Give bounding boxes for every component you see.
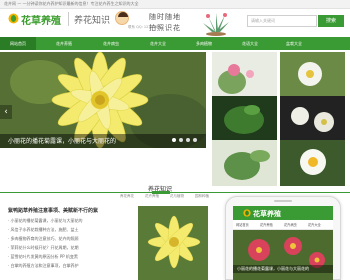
article-list-item[interactable]: · 小丽花的播花菊露课，小丽花与大丽花的 — [8, 218, 83, 224]
article-list-item[interactable]: · 白掌的养殖方法和注意事项，白掌养护 — [8, 263, 79, 269]
succulent-image — [203, 13, 229, 36]
site-logo[interactable]: 花草养殖 — [21, 12, 61, 27]
slider-dot-1[interactable] — [172, 138, 176, 142]
nav-item-home[interactable]: 网站首页 — [0, 37, 36, 50]
thumb-white-flower[interactable] — [280, 52, 345, 98]
article-list-item[interactable]: · 风信子水养花栽播种方法，施肥、盆土 — [8, 227, 79, 233]
mobile-logo[interactable]: 花草养殖 — [253, 209, 281, 219]
mobile-caption-bar: 小丽花的播花菊露课，小丽花与大丽花的 — [233, 265, 333, 273]
thumb-leaf-plant[interactable] — [212, 140, 277, 186]
thumb-green-plant[interactable] — [212, 96, 277, 142]
mobile-nav: 网站首页 花卉养殖 花卉病虫 花卉大全 — [233, 220, 333, 230]
thumb-white-bloom[interactable] — [280, 96, 345, 142]
mascot-avatar — [115, 11, 129, 25]
site-subtitle: 养花知识 — [74, 16, 111, 26]
section-tab-1[interactable]: 养花养花 — [120, 194, 134, 199]
thumb-pink-flower[interactable] — [212, 52, 277, 98]
nav-item-flower-care[interactable]: 花卉养殖 — [46, 37, 82, 50]
leaf-logo-icon — [8, 13, 19, 24]
mobile-nav-item[interactable]: 花卉病虫 — [284, 222, 297, 227]
article-flower-image[interactable] — [138, 206, 208, 280]
mobile-header: 花草养殖 — [233, 206, 333, 220]
slider-dot-4[interactable] — [193, 138, 197, 142]
section-tab-2[interactable]: 花卉养殖 — [145, 194, 159, 199]
top-bar: 花卉网 — 一分钟读你花卉养护知识最新的信息！专注花卉养生之知识的大全 — [0, 0, 350, 9]
hero-slider[interactable]: 小丽花的播花菊露课，小丽花与大丽花的 — [0, 52, 206, 148]
nav-item-encyclopedia[interactable]: 花卉大全 — [140, 37, 176, 50]
thumb-daisy[interactable] — [280, 140, 345, 186]
slider-dot-3[interactable] — [186, 138, 190, 142]
nav-item-bonsai[interactable]: 盆栽大全 — [276, 37, 312, 50]
search-input[interactable]: 请输入关键词 — [247, 15, 317, 27]
phone-speaker — [274, 200, 292, 202]
article-list-item[interactable]: · 蓝雪花叶片发黄的原因分析 PP 机变黑 — [8, 254, 78, 260]
top-bar-text: 花卉网 — 一分钟读你花卉养护知识最新的信息！专注花卉养生之知识的大全 — [4, 1, 139, 6]
nav-item-pests[interactable]: 花卉病虫 — [93, 37, 129, 50]
slider-dot-2[interactable] — [179, 138, 183, 142]
logo-divider — [68, 12, 69, 26]
article-list-item[interactable]: · 多肉植物养育的注意技巧、花卉的照顾 — [8, 236, 79, 242]
slogan-line-1: 随时随地 — [149, 13, 181, 21]
slider-caption[interactable]: 小丽花的播花菊露课，小丽花与大丽花的 — [8, 136, 116, 145]
slider-prev-arrow-icon[interactable]: ‹ — [0, 105, 12, 119]
section-tab-3[interactable]: 花与植物 — [170, 194, 184, 199]
mobile-logo-icon — [243, 209, 251, 217]
section-divider — [0, 192, 350, 193]
article-headline[interactable]: 紫鸭跖草养殖注意事项、美赋新不行的紫 — [8, 207, 98, 214]
mobile-nav-item[interactable]: 花卉大全 — [308, 222, 321, 227]
nav-item-flower-language[interactable]: 花语大全 — [232, 37, 268, 50]
mobile-preview: 花草养殖 网站首页 花卉养殖 花卉病虫 花卉大全 小丽花的播花菊露课，小丽花与大… — [225, 196, 341, 280]
section-tab-4[interactable]: 园林种植 — [195, 194, 209, 199]
search-button[interactable]: 搜索 — [318, 15, 344, 27]
article-list-item[interactable]: · 茉莉花什么时候开花？开花周期，花期 — [8, 245, 79, 251]
slogan-line-2: 拍照识花 — [149, 24, 181, 32]
phone-screen: 花草养殖 网站首页 花卉养殖 花卉病虫 花卉大全 小丽花的播花菊露课，小丽花与大… — [233, 206, 333, 280]
mobile-caption[interactable]: 小丽花的播花菊露课，小丽花与大丽花的 — [237, 266, 309, 272]
mobile-nav-item[interactable]: 花卉养殖 — [260, 222, 273, 227]
nav-item-succulents[interactable]: 多肉植物 — [186, 37, 222, 50]
mobile-nav-item[interactable]: 网站首页 — [236, 222, 249, 227]
main-nav: 网站首页 花卉养殖 花卉病虫 花卉大全 多肉植物 花语大全 盆栽大全 — [0, 37, 350, 50]
